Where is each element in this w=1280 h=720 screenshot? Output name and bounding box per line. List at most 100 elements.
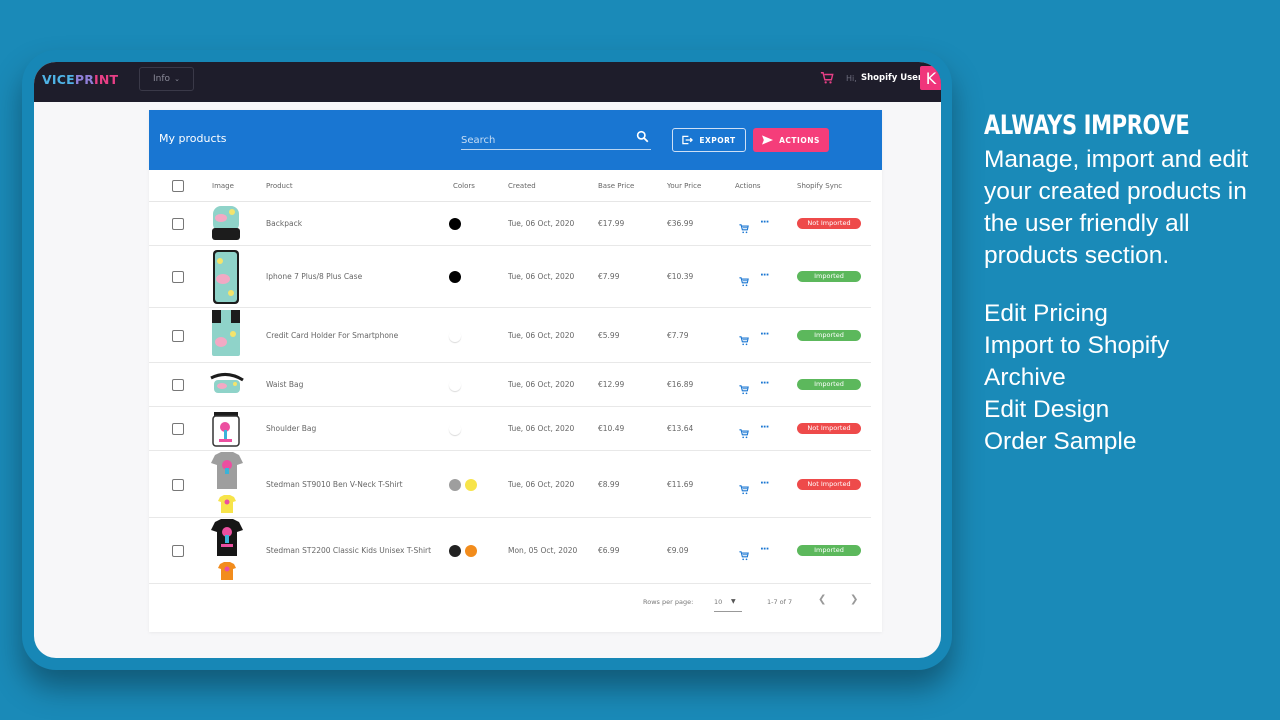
cart-icon[interactable]	[739, 331, 749, 345]
search-field	[461, 128, 651, 151]
products-card: My products EXPORT ACTIONS	[149, 110, 882, 632]
export-icon	[682, 135, 694, 145]
cart-icon[interactable]	[739, 272, 749, 287]
created-date: Tue, 06 Oct, 2020	[508, 272, 575, 281]
cart-icon[interactable]	[739, 424, 749, 439]
more-options-icon[interactable]: ···	[760, 545, 769, 555]
table-row[interactable]: Credit Card Holder For Smartphone Tue, 06…	[149, 308, 871, 363]
actions-button[interactable]: ACTIONS	[753, 128, 829, 152]
rows-per-page-value: 10	[714, 598, 723, 606]
viceprint-logo[interactable]: VICEPRINT	[42, 72, 118, 87]
table-header: Image Product Colors Created Base Price …	[149, 170, 871, 202]
avatar[interactable]: K	[920, 66, 941, 90]
table-row[interactable]: Shoulder Bag Tue, 06 Oct, 2020 €10.49 €13.6…	[149, 407, 871, 451]
base-price: €12.99	[598, 380, 625, 389]
search-icon[interactable]	[636, 130, 649, 143]
your-price[interactable]: €16.89	[667, 380, 693, 389]
base-price: €8.99	[598, 479, 620, 489]
created-date: Tue, 06 Oct, 2020	[508, 424, 575, 433]
more-options-icon[interactable]: ···	[760, 271, 769, 281]
product-name[interactable]: Iphone 7 Plus/8 Plus Case	[266, 272, 362, 281]
info-label: Info	[153, 74, 171, 84]
column-header-shopify-sync: Shopify Sync	[797, 182, 843, 190]
created-date: Tue, 06 Oct, 2020	[508, 330, 575, 340]
base-price: €10.49	[598, 424, 625, 433]
product-thumbnail[interactable]	[209, 451, 245, 519]
your-price[interactable]: €11.69	[667, 480, 693, 489]
product-name[interactable]: Stedman ST2200 Classic Kids Unisex T-Shi…	[266, 546, 431, 555]
cart-icon[interactable]	[820, 71, 834, 85]
created-date: Tue, 06 Oct, 2020	[508, 479, 575, 489]
sync-status-badge: Imported	[797, 379, 861, 390]
table-row[interactable]: Iphone 7 Plus/8 Plus Case Tue, 06 Oct, 20…	[149, 246, 871, 308]
info-dropdown[interactable]: Info ⌄	[139, 67, 194, 91]
row-checkbox[interactable]	[172, 271, 184, 283]
product-name[interactable]: Shoulder Bag	[266, 424, 316, 433]
more-options-icon[interactable]: ···	[760, 478, 769, 488]
row-checkbox[interactable]	[172, 545, 184, 557]
column-header-product[interactable]: Product	[266, 182, 293, 190]
more-options-icon[interactable]: ···	[760, 218, 769, 228]
products-header: My products EXPORT ACTIONS	[149, 110, 882, 170]
column-header-created[interactable]: Created	[508, 182, 536, 190]
previous-page-button[interactable]: ❮	[818, 594, 826, 605]
caret-down-icon: ▼	[731, 598, 736, 605]
marketing-panel: ALWAYS IMPROVE Manage, import and edit y…	[984, 108, 1280, 458]
product-name[interactable]: Stedman ST9010 Ben V-Neck T-Shirt	[266, 480, 403, 489]
table-row[interactable]: Backpack Tue, 06 Oct, 2020 €17.99 €36.99 ···…	[149, 202, 871, 246]
cart-icon[interactable]	[739, 480, 749, 494]
cart-icon[interactable]	[739, 380, 749, 395]
table-row[interactable]: Stedman ST9010 Ben V-Neck T-Shirt Tue, 06…	[149, 451, 871, 518]
product-thumbnail[interactable]	[209, 249, 243, 309]
top-navbar: VICEPRINT Info ⌄ Hi, Shopify User K	[34, 62, 941, 102]
more-options-icon[interactable]: ···	[760, 423, 769, 433]
row-checkbox[interactable]	[172, 379, 184, 391]
export-button[interactable]: EXPORT	[672, 128, 746, 152]
description: Manage, import and edit your created pro…	[984, 146, 1249, 269]
search-input[interactable]	[461, 130, 621, 151]
your-price[interactable]: €13.64	[667, 424, 693, 433]
logo-part: VICE	[42, 72, 75, 87]
sync-status-badge: Imported	[797, 329, 861, 341]
row-checkbox[interactable]	[172, 329, 184, 342]
color-swatch	[449, 545, 461, 557]
product-thumbnail[interactable]	[209, 372, 245, 402]
product-thumbnail[interactable]	[209, 308, 243, 362]
your-price[interactable]: €36.99	[667, 219, 693, 228]
created-date: Mon, 05 Oct, 2020	[508, 546, 578, 555]
select-all-checkbox[interactable]	[172, 180, 184, 192]
product-thumbnail[interactable]	[209, 518, 245, 586]
product-name[interactable]: Backpack	[266, 219, 302, 228]
row-checkbox[interactable]	[172, 218, 184, 230]
feature-item: Archive	[984, 364, 1066, 391]
sync-status-badge: Imported	[797, 271, 861, 282]
next-page-button[interactable]: ❯	[850, 594, 858, 605]
more-options-icon[interactable]: ···	[760, 379, 769, 389]
cart-icon[interactable]	[739, 546, 749, 561]
greeting-text: Hi,	[846, 74, 857, 83]
username[interactable]: Shopify User	[861, 73, 922, 83]
row-checkbox[interactable]	[172, 423, 184, 435]
base-price: €17.99	[598, 219, 625, 228]
column-header-your-price[interactable]: Your Price	[667, 182, 701, 190]
sync-status-badge: Not Imported	[797, 218, 861, 229]
created-date: Tue, 06 Oct, 2020	[508, 219, 575, 228]
product-name[interactable]: Credit Card Holder For Smartphone	[266, 331, 398, 340]
your-price[interactable]: €7.79	[667, 331, 688, 340]
table-row[interactable]: Waist Bag Tue, 06 Oct, 2020 €12.99 €16.89 ··…	[149, 363, 871, 407]
feature-list: Edit Pricing Import to Shopify Archive E…	[984, 298, 1280, 458]
rows-per-page-select[interactable]: 10 ▼	[714, 592, 742, 612]
column-header-base-price[interactable]: Base Price	[598, 182, 634, 190]
cart-icon[interactable]	[739, 219, 749, 234]
color-swatch	[449, 423, 461, 435]
product-thumbnail[interactable]	[209, 410, 243, 452]
send-icon	[762, 135, 774, 145]
your-price[interactable]: €10.39	[667, 272, 693, 281]
row-checkbox[interactable]	[172, 478, 184, 491]
table-row[interactable]: Stedman ST2200 Classic Kids Unisex T-Shi…	[149, 518, 871, 584]
more-options-icon[interactable]: ···	[760, 329, 769, 339]
product-name[interactable]: Waist Bag	[266, 380, 303, 389]
product-thumbnail[interactable]	[209, 204, 243, 246]
feature-item: Order Sample	[984, 428, 1137, 455]
your-price[interactable]: €9.09	[667, 546, 688, 555]
